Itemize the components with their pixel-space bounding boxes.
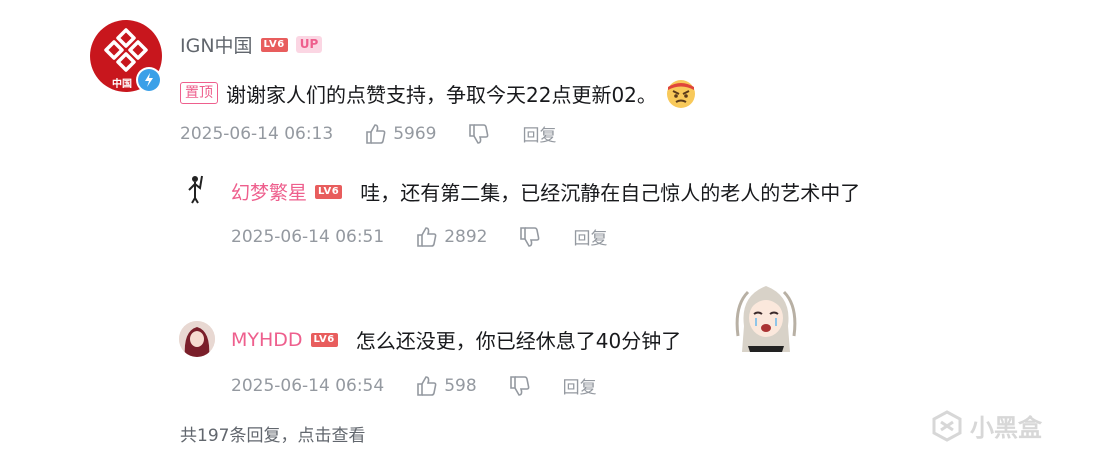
reply-1-reply-button[interactable]: 回复 — [573, 224, 607, 249]
view-more-replies-link[interactable]: 共197条回复，点击查看 — [180, 421, 365, 446]
verified-badge-icon — [136, 67, 162, 93]
pinned-badge: 置顶 — [180, 82, 218, 104]
reply-2-meta: 2025-06-14 06:54 598 回复 — [231, 373, 597, 399]
reply-2-text: 怎么还没更，你已经休息了40分钟了 — [355, 329, 682, 353]
reply-2-body: MYHDD LV6 怎么还没更，你已经休息了40分钟了 — [231, 325, 681, 354]
reply-2-username[interactable]: MYHDD — [231, 329, 303, 351]
reply-2-avatar[interactable] — [179, 321, 215, 357]
reply-2-reply-button[interactable]: 回复 — [563, 373, 597, 398]
dislike-button[interactable] — [468, 123, 490, 145]
angry-emoji-icon — [665, 77, 697, 109]
thumbs-up-icon — [417, 226, 437, 247]
thumbs-down-icon — [520, 226, 540, 247]
anime-avatar-icon — [179, 321, 215, 357]
main-username[interactable]: IGN中国 — [180, 31, 253, 58]
main-comment-meta: 2025-06-14 06:13 5969 回复 — [180, 121, 556, 147]
main-username-row: IGN中国 LV6 UP — [180, 31, 323, 58]
reply-1-like-button[interactable]: 2892 — [416, 226, 487, 248]
crying-girl-sticker-icon — [734, 276, 798, 352]
like-button[interactable]: 5969 — [365, 123, 436, 145]
reply-1-meta: 2025-06-14 06:51 2892 回复 — [231, 224, 607, 250]
reply-1-username[interactable]: 幻梦繁星 — [231, 178, 307, 205]
reply-1-text: 哇，还有第二集，已经沉静在自己惊人的老人的艺术中了 — [360, 181, 861, 205]
reply-1-timestamp: 2025-06-14 06:51 — [231, 226, 385, 247]
reply-2-like-count: 598 — [444, 375, 477, 396]
watermark-text: 小黑盒 — [970, 414, 1042, 442]
main-comment-text: 谢谢家人们的点赞支持，争取今天22点更新02。 — [226, 82, 657, 107]
main-comment-body: 置顶 谢谢家人们的点赞支持，争取今天22点更新02。 — [180, 77, 697, 109]
reply-1-level-badge: LV6 — [315, 184, 343, 199]
avatar-caption: 中国 — [112, 79, 132, 90]
reply-1-avatar[interactable] — [186, 174, 208, 204]
reply-1-dislike-button[interactable] — [519, 226, 541, 248]
up-badge: UP — [295, 36, 323, 53]
watermark: 小黑盒 — [930, 408, 1042, 443]
main-timestamp: 2025-06-14 06:13 — [180, 123, 334, 144]
reply-2-dislike-button[interactable] — [509, 375, 531, 397]
figure-avatar-icon — [188, 175, 203, 204]
reply-2-level-badge: LV6 — [310, 332, 338, 347]
reply-1-like-count: 2892 — [444, 226, 488, 247]
thumbs-down-icon — [509, 375, 530, 396]
reply-2-like-button[interactable]: 598 — [416, 375, 477, 397]
heybox-logo-icon — [932, 409, 962, 442]
like-count: 5969 — [393, 123, 437, 144]
thumbs-up-icon — [417, 375, 437, 396]
reply-2-timestamp: 2025-06-14 06:54 — [231, 375, 385, 396]
thumbs-down-icon — [469, 123, 489, 144]
reply-1-body: 幻梦繁星 LV6 哇，还有第二集，已经沉静在自己惊人的老人的艺术中了 — [231, 177, 860, 206]
reply-button[interactable]: 回复 — [522, 121, 556, 146]
level-badge: LV6 — [260, 37, 288, 52]
thumbs-up-icon — [366, 123, 386, 144]
